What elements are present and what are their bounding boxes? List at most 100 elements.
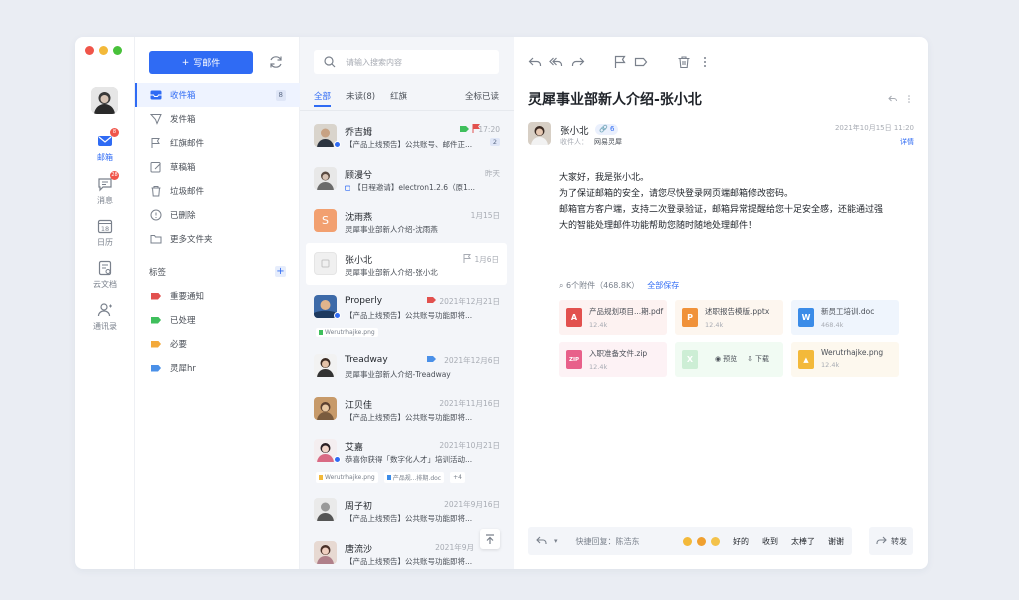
reply-icon[interactable] (888, 94, 898, 104)
message-time: 2021年9月16日 (444, 500, 500, 509)
list-item[interactable]: S 沈雨燕 1月15日 灵犀事业部新人介绍-沈雨燕 (300, 209, 514, 239)
quick-word-button[interactable]: 太棒了 (791, 536, 815, 547)
folder-drafts[interactable]: 草稿箱 (135, 155, 300, 179)
folder-sent[interactable]: 发件箱 (135, 107, 300, 131)
rail-item-mail[interactable]: 8 邮箱 (75, 128, 135, 163)
ppt-icon: P (682, 308, 698, 327)
list-item[interactable]: Properly 2021年12月21日 【产品上线预告】公共账号功能即将...… (300, 295, 514, 339)
folder-flagged[interactable]: 红旗邮件 (135, 131, 300, 155)
flag-icon[interactable] (463, 254, 471, 263)
list-item-selected[interactable]: 张小北 1月6日 灵犀事业部新人介绍-张小北 (306, 243, 507, 285)
tab-all[interactable]: 全部 (314, 90, 332, 107)
forward-button[interactable]: 转发 (869, 527, 913, 555)
reply-icon[interactable] (536, 536, 548, 546)
sender-link-badge[interactable]: 🔗 6 (595, 124, 619, 135)
tag-item[interactable]: 重要通知 (135, 284, 300, 308)
tag-item[interactable]: 已处理 (135, 308, 300, 332)
search-box[interactable]: 请输入搜索内容 (314, 50, 499, 74)
emoji-handshake-icon[interactable] (711, 536, 720, 546)
folder-label: 收件箱 (170, 91, 196, 101)
reply-all-icon[interactable] (549, 55, 563, 69)
forward-icon[interactable] (571, 55, 585, 69)
quick-word-button[interactable]: 谢谢 (828, 536, 844, 547)
tab-unread[interactable]: 未读(8) (346, 90, 375, 102)
preview-label: 预览 (723, 355, 738, 363)
reply-icon[interactable] (528, 55, 542, 69)
list-item[interactable]: Treadway 2021年12月6日 灵犀事业部新人介绍-Treadway (300, 354, 514, 384)
sender-avatar[interactable] (528, 122, 551, 145)
save-all-button[interactable]: 全部保存 (647, 281, 679, 290)
folder-deleted[interactable]: 已删除 (135, 203, 300, 227)
more-icon[interactable] (698, 55, 712, 69)
body-line: 邮箱官方客户端，支持二次登录验证，邮箱异常提醒给您十足安全感，还能通过强 (559, 205, 884, 215)
tag-item[interactable]: 灵犀hr (135, 356, 300, 380)
attachment-card-hover[interactable]: X ◉ 预览 ⇩ 下载 (675, 342, 783, 377)
cloud-doc-icon (98, 260, 112, 276)
trash-icon[interactable] (677, 55, 691, 69)
attachment-chip[interactable]: Werutrhajke.png (316, 472, 378, 483)
body-line: 为了保证邮箱的安全，请您尽快登录网页端邮箱修改密码。 (559, 189, 794, 199)
avatar (314, 541, 337, 564)
add-label-button[interactable]: + (275, 266, 286, 277)
attachment-card[interactable]: W 新员工培训.doc 468.4k (791, 300, 899, 335)
list-tabs: 全部 未读(8) 红旗 全标已读 (314, 90, 499, 107)
attachment-card[interactable]: ▲ Werutrhajke.png 12.4k (791, 342, 899, 377)
emoji-thumbs-up-icon[interactable] (697, 536, 706, 546)
attachment-card[interactable]: P 述职报告模版.pptx 12.4k (675, 300, 783, 335)
flag-icon[interactable] (613, 55, 627, 69)
chevron-down-icon[interactable]: ▾ (554, 537, 558, 545)
list-item[interactable]: 乔吉姆 17:20 【产品上线预告】公共账号、邮件正... 2 (300, 124, 514, 154)
list-item[interactable]: 艾嘉 2021年10月21日 恭喜你获得「数字化人才」培训活动... Werut… (300, 439, 514, 483)
folder-inbox[interactable]: 收件箱 8 (135, 83, 300, 107)
tag-icon (151, 364, 161, 372)
quick-word-button[interactable]: 好的 (733, 536, 749, 547)
list-item[interactable]: 周子初 2021年9月16日 【产品上线预告】公共账号功能即将... (300, 498, 514, 528)
attachment-chips: Werutrhajke.png 产品规...排期.doc +4 (316, 472, 465, 483)
sender-name: Treadway (345, 355, 388, 365)
mark-all-read-button[interactable]: 全标已读 (465, 90, 499, 102)
tag-icon[interactable] (634, 55, 648, 69)
more-icon[interactable] (904, 94, 914, 104)
folder-more[interactable]: 更多文件夹 (135, 227, 300, 251)
file-name: 产品规划项目...期.pdf (589, 307, 664, 316)
quick-word-button[interactable]: 收到 (762, 536, 778, 547)
quick-reply-input[interactable]: 快捷回复：陈浩东 (576, 536, 640, 547)
download-label: 下载 (754, 355, 769, 363)
preview-button[interactable]: ◉ 预览 (715, 354, 737, 364)
user-avatar[interactable] (91, 87, 118, 114)
refresh-button[interactable] (268, 54, 284, 70)
folder-label: 发件箱 (170, 115, 196, 125)
detail-link[interactable]: 详情 (900, 137, 914, 147)
contacts-icon (97, 303, 112, 317)
attachment-chip[interactable]: 产品规...排期.doc (383, 472, 445, 483)
attachment-card[interactable]: ZIP 入职准备文件.zip 12.4k (559, 342, 667, 377)
more-attachments[interactable]: +4 (450, 472, 465, 483)
body-line: 大家好，我是张小北。 (559, 173, 650, 183)
file-name: 入职准备文件.zip (589, 349, 648, 358)
search-icon (324, 56, 336, 68)
tag-item[interactable]: 必要 (135, 332, 300, 356)
folder-spam[interactable]: 垃圾邮件 (135, 179, 300, 203)
list-item[interactable]: 江贝佳 2021年11月16日 【产品上线预告】公共账号功能即将... (300, 397, 514, 427)
list-item[interactable]: 顾漫兮 昨天 【日程邀请】electron1.2.6（原1... (300, 167, 514, 197)
attachment-card[interactable]: A 产品规划项目...期.pdf 12.4k (559, 300, 667, 335)
compose-button[interactable]: + 写邮件 (149, 51, 253, 74)
rail-item-cloud-doc[interactable]: 云文档 (75, 260, 135, 290)
scroll-to-top-button[interactable] (480, 529, 500, 549)
tab-flagged[interactable]: 红旗 (390, 90, 407, 102)
recipient-name[interactable]: 网易灵犀 (594, 138, 622, 146)
reading-pane: 灵犀事业部新人介绍-张小北 张小北 🔗 6 收件人： 网易灵犀 2021年10月1… (514, 37, 928, 569)
attachment-chip[interactable]: Werutrhajke.png (316, 328, 378, 337)
sender-name[interactable]: 张小北 (560, 123, 589, 137)
search-input[interactable]: 请输入搜索内容 (346, 57, 402, 68)
tag-icon (151, 292, 161, 300)
rail-item-calendar[interactable]: 18 日历 (75, 218, 135, 248)
emoji-ok-icon[interactable] (683, 536, 692, 546)
message-subject: 灵犀事业部新人介绍-张小北 (345, 268, 438, 277)
app-rail: 8 邮箱 28 消息 18 日历 云文档 通讯录 (75, 37, 135, 569)
download-button[interactable]: ⇩ 下载 (747, 354, 769, 364)
rail-label-contacts: 通讯录 (93, 322, 117, 331)
rail-item-message[interactable]: 28 消息 (75, 171, 135, 206)
rail-item-contacts[interactable]: 通讯录 (75, 302, 135, 332)
unread-dot (334, 312, 341, 319)
